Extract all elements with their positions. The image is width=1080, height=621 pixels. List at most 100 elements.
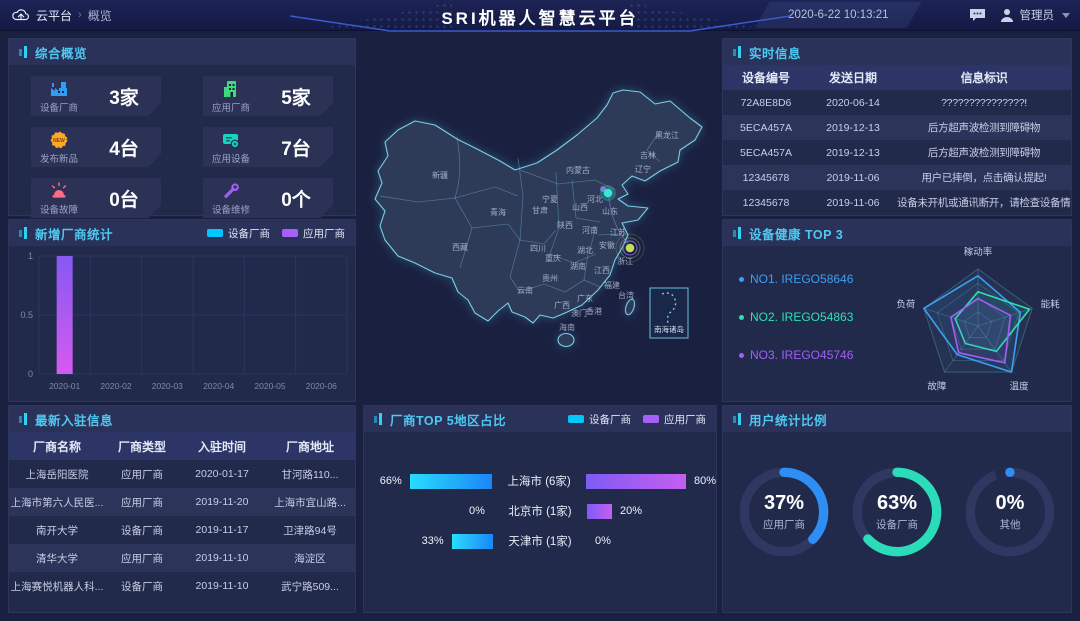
panel-title-icon <box>19 45 28 59</box>
factory-icon <box>49 79 69 99</box>
legend-item-app[interactable]: 应用厂商 <box>643 412 706 427</box>
col-header: 厂商名称 <box>9 438 105 455</box>
health-rank-item[interactable]: NO1. IREGO58646 <box>739 272 874 286</box>
right-value: 0% <box>595 535 611 547</box>
bullet-icon <box>739 277 744 282</box>
cell: 72A8E8D6 <box>723 97 809 109</box>
cell: 12345678 <box>723 197 809 209</box>
user-icon <box>1000 8 1014 23</box>
province-label: 新疆 <box>432 170 448 180</box>
stat-tile-new-products: NEW 发布新品 4台 <box>31 127 161 167</box>
device-health-titlebar: 设备健康 TOP 3 <box>723 220 1071 246</box>
panel-title-icon <box>733 412 742 426</box>
map-area: 新疆西藏青海甘肃宁夏内蒙古黑龙江吉林辽宁河北山西山东陕西河南江苏安徽湖北重庆四川… <box>360 30 720 405</box>
stat-label: 应用设备 <box>212 151 250 165</box>
table-row: 5ECA457A 2019-12-13 后方超声波检测到障碍物 <box>723 115 1071 140</box>
app-header: 云平台 › 概览 SRI机器人智慧云平台 2020-6-22 10:13:21 … <box>0 0 1080 31</box>
province-label: 西藏 <box>452 242 468 252</box>
province-label: 四川 <box>530 244 546 253</box>
cell: 上海市第六人民医... <box>9 495 105 510</box>
cell: 2019-11-10 <box>179 580 265 592</box>
cell: 设备厂商 <box>105 579 179 594</box>
health-rank-item[interactable]: NO3. IREGO45746 <box>739 348 874 362</box>
realtime-panel: 实时信息 设备编号 发送日期 信息标识 72A8E8D6 2020-06-14 … <box>722 38 1072 216</box>
cell: 用户已摔倒，点击确认提起! <box>897 170 1071 185</box>
cell: 应用厂商 <box>105 467 179 482</box>
stat-tile-app-vendors: 应用厂商 5家 <box>203 76 333 116</box>
col-header: 入驻时间 <box>179 438 265 455</box>
left-value: 33% <box>422 535 444 547</box>
stat-tile-device-faults: 设备故障 0台 <box>31 178 161 218</box>
stat-label: 设备故障 <box>40 202 78 216</box>
table-row: 72A8E8D6 2020-06-14 ???????????????! <box>723 90 1071 115</box>
bullet-icon <box>739 353 744 358</box>
donut-percent: 63% <box>877 492 917 515</box>
breadcrumb-page[interactable]: 概览 <box>88 7 112 24</box>
col-header: 厂商类型 <box>105 438 179 455</box>
region-top5-title: 厂商TOP 5地区占比 <box>390 410 506 429</box>
legend-item-device[interactable]: 设备厂商 <box>568 412 631 427</box>
cell: ???????????????! <box>897 97 1071 109</box>
x-tick: 2020-02 <box>100 381 131 391</box>
x-tick: 2020-05 <box>254 381 285 391</box>
cell: 2019-11-06 <box>809 172 897 184</box>
panel-title-icon <box>733 45 742 59</box>
south-sea-inset: 南海诸岛 <box>650 288 688 338</box>
radar-axis-label: 稼动率 <box>964 246 993 258</box>
health-rank-item[interactable]: NO2. IREGO54863 <box>739 310 874 324</box>
cell: 2020-01-17 <box>179 468 265 480</box>
province-label: 台湾 <box>618 290 634 300</box>
left-bar <box>452 534 493 549</box>
table-header-row: 设备编号 发送日期 信息标识 <box>723 65 1071 90</box>
cell: 5ECA457A <box>723 122 809 134</box>
province-label: 陕西 <box>557 220 573 230</box>
stat-value: 3家 <box>87 83 161 110</box>
donut-label: 设备厂商 <box>876 517 918 532</box>
new-vendor-panel: 新增厂商统计 设备厂商 应用厂商 <box>8 219 356 402</box>
region-label: 上海市 (6家) <box>492 473 586 489</box>
stat-tile-device-repairs: 设备维修 0个 <box>203 178 333 218</box>
donut-device-vendor: 63% 设备厂商 <box>845 460 949 564</box>
legend-label: 设备厂商 <box>589 412 631 427</box>
tornado-chart: 66% 上海市 (6家) 80% 0% 北京市 (1家) 20% 33% 天津市… <box>364 432 716 556</box>
cell: 5ECA457A <box>723 147 809 159</box>
donut-label: 其他 <box>1000 517 1021 532</box>
user-menu[interactable]: 管理员 <box>1020 7 1055 23</box>
table-row: 上海岳阳医院 应用厂商 2020-01-17 甘河路110... <box>9 460 355 488</box>
province-label: 福建 <box>604 280 620 290</box>
cell: 上海赛悦机器人科... <box>9 579 105 594</box>
breadcrumb-app[interactable]: 云平台 <box>36 7 72 24</box>
cell: 后方超声波检测到障碍物 <box>897 120 1071 135</box>
alarm-icon <box>49 181 69 201</box>
map-marker[interactable] <box>604 189 613 198</box>
left-value: 66% <box>380 475 402 487</box>
legend-swatch <box>568 415 584 423</box>
chevron-down-icon[interactable] <box>1062 13 1070 18</box>
province-label: 广东 <box>577 293 593 303</box>
legend-swatch <box>207 229 223 237</box>
table-row: 12345678 2019-11-06 用户已摔倒，点击确认提起! <box>723 165 1071 190</box>
chat-icon[interactable] <box>969 8 986 23</box>
radar-axis-label: 负荷 <box>897 298 917 310</box>
province-label: 湖北 <box>577 246 593 255</box>
stat-label: 设备维修 <box>212 202 250 216</box>
y-tick: 1 <box>28 251 33 261</box>
cell: 上海岳阳医院 <box>9 467 105 482</box>
new-vendor-bar-chart: 00.512020-012020-022020-032020-042020-05… <box>9 246 357 402</box>
latest-info-panel: 最新入驻信息 厂商名称 厂商类型 入驻时间 厂商地址 上海岳阳医院 应用厂商 2… <box>8 405 356 613</box>
province-label: 云南 <box>517 285 533 295</box>
province-label: 黑龙江 <box>655 130 679 140</box>
stat-label: 设备厂商 <box>40 100 78 114</box>
cell: 12345678 <box>723 172 809 184</box>
cell: 甘河路110... <box>265 467 355 482</box>
stat-label: 发布新品 <box>40 151 78 165</box>
china-map: 新疆西藏青海甘肃宁夏内蒙古黑龙江吉林辽宁河北山西山东陕西河南江苏安徽湖北重庆四川… <box>360 30 720 405</box>
latest-info-title: 最新入驻信息 <box>35 410 113 429</box>
cell: 武宁路509... <box>265 579 355 594</box>
donut-charts: 37% 应用厂商 63% 设备厂商 <box>723 432 1071 564</box>
province-label: 澳门 <box>571 308 587 318</box>
overview-panel: 综合概览 设备厂商 3家 <box>8 38 356 216</box>
province-label: 青海 <box>490 207 506 217</box>
breadcrumb: 云平台 › 概览 <box>12 0 112 30</box>
map-marker[interactable] <box>626 244 635 253</box>
